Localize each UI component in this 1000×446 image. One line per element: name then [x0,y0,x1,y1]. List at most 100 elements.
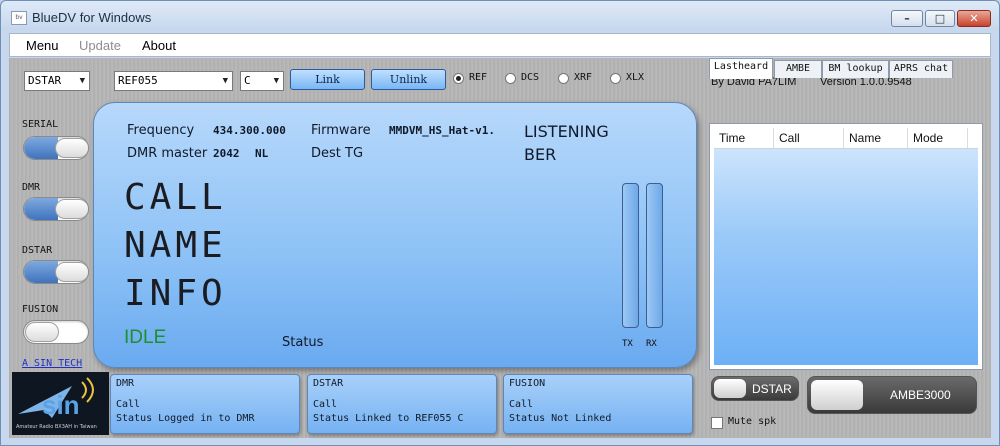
toggle-knob [55,262,88,282]
ambe3000-toggle-label: AMBE3000 [890,388,951,402]
close-button[interactable]: ✕ [957,10,991,27]
minimize-icon: – [904,12,910,25]
serial-label: SERIAL [22,119,59,130]
mute-speaker-label: Mute spk [728,416,777,427]
radio-xrf-label: XRF [574,72,593,83]
dmr-status-card: DMR Call Status Logged in to DMR [110,374,300,434]
column-mode[interactable]: Mode [908,128,968,148]
module-select[interactable]: C ▼ [240,71,284,91]
menu-item-update[interactable]: Update [79,38,121,53]
lastheard-table: Time Call Name Mode [709,123,983,370]
menu-item-menu[interactable]: Menu [26,38,59,53]
dstar-sidebar-toggle[interactable] [23,260,89,284]
card-title: FUSION [509,378,546,389]
card-call: Call [313,399,338,410]
rx-meter [646,183,663,328]
menu-item-about[interactable]: About [142,38,176,53]
frequency-label: Frequency [127,123,195,138]
dmr-master-label: DMR master [127,146,208,161]
fusion-label: FUSION [22,304,59,315]
toggle-knob [714,379,746,398]
window-title: BlueDV for Windows [32,10,152,25]
serial-toggle[interactable] [23,136,89,160]
logo-caption: Amateur Radio BX3AH in Taiwan [16,424,97,430]
unlink-button[interactable]: Unlink [371,69,446,90]
tab-aprs-chat[interactable]: APRS chat [889,60,953,78]
radio-ref[interactable] [453,73,464,84]
card-call: Call [116,399,141,410]
toggle-knob [25,322,59,342]
radio-dcs[interactable] [505,73,516,84]
card-status: Status Not Linked [509,413,612,424]
name-display: NAME [124,225,227,266]
tab-lastheard[interactable]: Lastheard [709,58,773,79]
toggle-knob [55,138,88,158]
menu-bar: Menu Update About [9,33,991,57]
ber-label: BER [524,145,557,164]
maximize-icon: □ [934,12,946,25]
chevron-down-icon: ▼ [79,76,85,86]
radio-xlx[interactable] [610,73,621,84]
chevron-down-icon: ▼ [273,76,279,86]
close-icon: ✕ [969,12,979,25]
tab-ambe[interactable]: AMBE [774,60,822,78]
card-title: DMR [116,378,135,389]
maximize-button[interactable]: □ [925,10,955,27]
main-panel: DSTAR ▼ REF055 ▼ C ▼ Link Unlink REF DCS… [9,58,991,438]
toggle-fill [24,198,58,220]
logo-text: sin [42,390,80,420]
column-name[interactable]: Name [844,128,908,148]
frequency-value: 434.300.000 [213,124,286,137]
card-title: DSTAR [313,378,344,389]
column-time[interactable]: Time [714,128,774,148]
radio-display: Frequency 434.300.000 Firmware MMDVM_HS_… [93,102,697,368]
firmware-label: Firmware [311,123,371,138]
dmr-toggle[interactable] [23,197,89,221]
lastheard-body: Time Call Name Mode [714,128,978,365]
mode-select[interactable]: DSTAR ▼ [24,71,90,91]
radio-ref-label: REF [469,72,488,83]
ambe3000-toggle-button[interactable]: AMBE3000 [807,376,977,414]
info-display: INFO [124,273,227,314]
dstar-label: DSTAR [22,245,53,256]
fusion-status-card: FUSION Call Status Not Linked [503,374,693,434]
toggle-knob [55,199,88,219]
listening-status: LISTENING [524,122,609,141]
rx-label: RX [646,339,657,349]
a-sin-tech-link[interactable]: A SIN TECH [22,358,82,369]
toggle-fill [24,137,58,159]
radio-xlx-label: XLX [626,72,645,83]
tx-meter [622,183,639,328]
column-call[interactable]: Call [774,128,844,148]
reflector-select[interactable]: REF055 ▼ [114,71,233,91]
reflector-select-value: REF055 [118,74,158,87]
dstar-toggle-button[interactable]: DSTAR [711,376,799,401]
status-label: Status [282,335,324,350]
lastheard-header: Time Call Name Mode [714,128,978,149]
module-select-value: C [244,74,251,87]
mute-speaker-checkbox[interactable] [711,417,723,429]
radio-dcs-label: DCS [521,72,540,83]
radio-xrf[interactable] [558,73,569,84]
call-display: CALL [124,177,227,218]
tab-bm-lookup[interactable]: BM lookup [822,60,889,78]
mode-select-value: DSTAR [28,74,62,87]
title-bar: bv BlueDV for Windows – □ ✕ [1,1,999,33]
card-call: Call [509,399,534,410]
dstar-status-card: DSTAR Call Status Linked to REF055 C [307,374,497,434]
dmr-master-value: 2042 [213,147,240,160]
card-status: Status Logged in to DMR [116,413,255,424]
dmr-master-country: NL [255,147,269,160]
app-window: bv BlueDV for Windows – □ ✕ Menu Update … [0,0,1000,446]
fusion-toggle[interactable] [23,320,89,344]
minimize-button[interactable]: – [891,10,923,27]
toggle-knob [811,380,863,410]
tx-label: TX [622,339,633,349]
chevron-down-icon: ▼ [222,76,228,86]
idle-status: IDLE [124,327,167,348]
app-icon: bv [11,11,27,25]
card-status: Status Linked to REF055 C [313,413,464,424]
dstar-toggle-label: DSTAR [752,382,792,396]
link-button[interactable]: Link [290,69,365,90]
a-sin-logo: sin Amateur Radio BX3AH in Taiwan [12,372,109,435]
